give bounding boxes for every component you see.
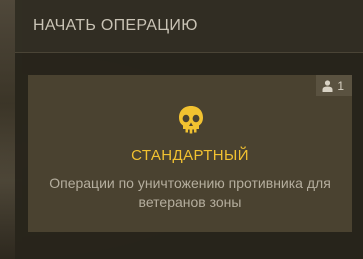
- panel-title: НАЧАТЬ ОПЕРАЦИЮ: [33, 17, 198, 34]
- player-count-badge: 1: [316, 75, 352, 96]
- person-icon: [322, 79, 333, 92]
- panel-header: НАЧАТЬ ОПЕРАЦИЮ: [15, 0, 363, 53]
- game-screen: НАЧАТЬ ОПЕРАЦИЮ 1 СТАНДАРТНЫЙ Операции п…: [0, 0, 363, 259]
- player-count: 1: [337, 78, 344, 93]
- skull-icon: [179, 106, 203, 134]
- mode-description: Операции по уничтожению противника для в…: [49, 175, 331, 210]
- start-operation-panel: НАЧАТЬ ОПЕРАЦИЮ 1 СТАНДАРТНЫЙ Операции п…: [15, 0, 363, 259]
- mode-card-standard[interactable]: 1 СТАНДАРТНЫЙ Операции по уничтожению пр…: [28, 75, 352, 232]
- mode-name: СТАНДАРТНЫЙ: [131, 147, 249, 164]
